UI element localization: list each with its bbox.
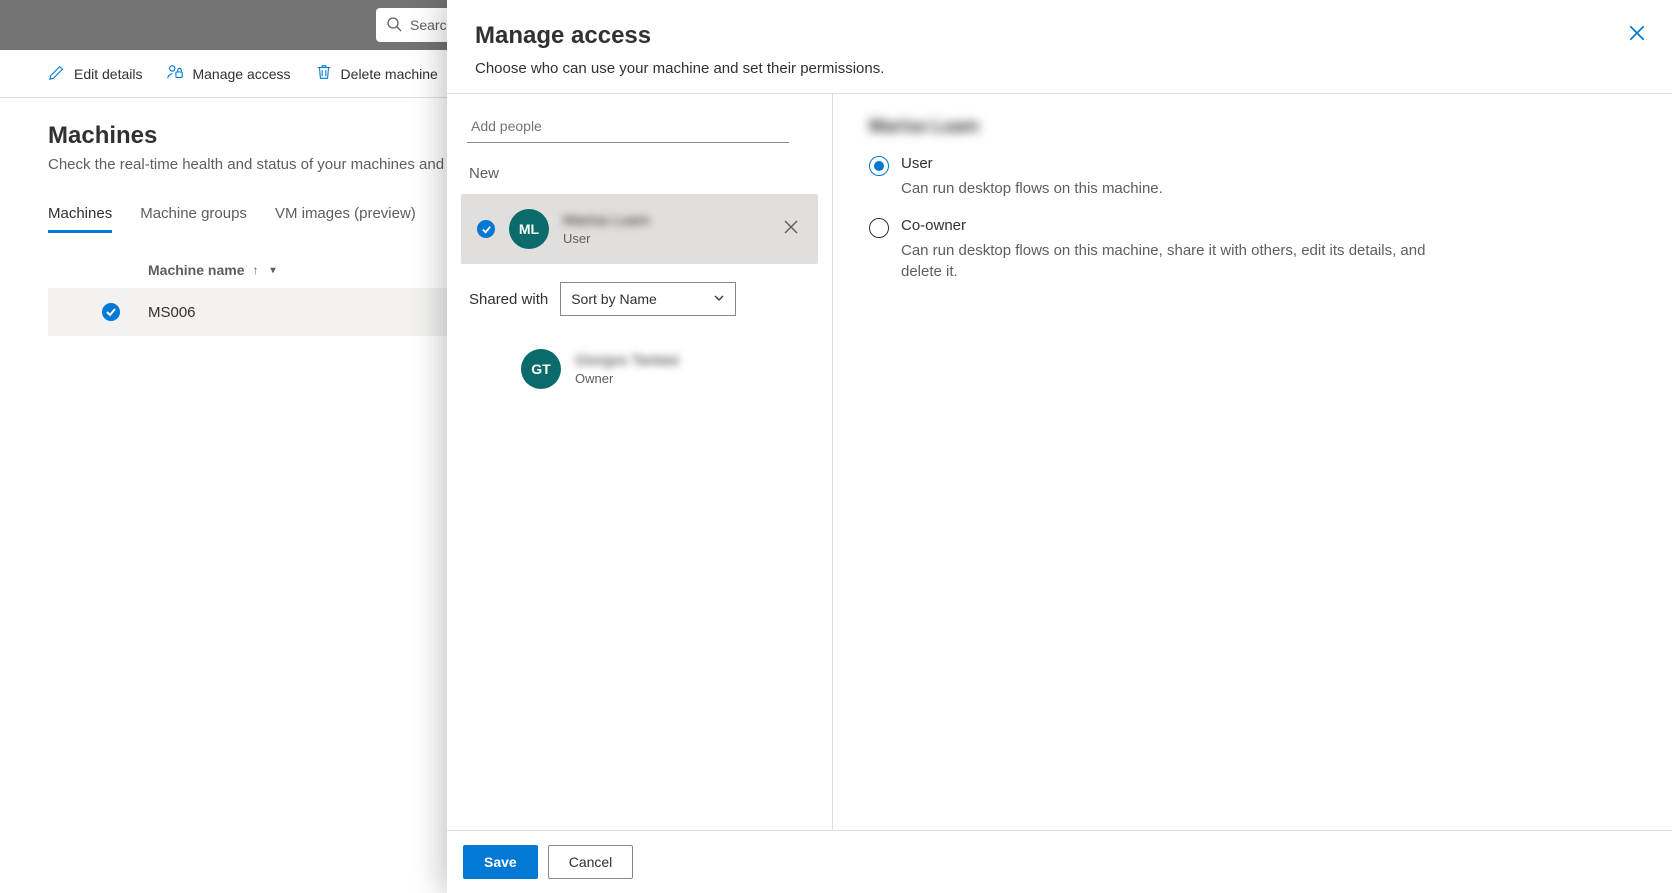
permission-option-user[interactable]: User Can run desktop flows on this machi… — [869, 155, 1636, 199]
trash-icon — [315, 63, 333, 84]
panel-subtitle: Choose who can use your machine and set … — [475, 60, 1644, 77]
shared-with-label: Shared with — [469, 291, 548, 308]
edit-details-label: Edit details — [74, 66, 142, 82]
shared-person-row[interactable]: GT Giorgos Tantasi Owner — [461, 334, 818, 404]
panel-right: Marisa Luam User Can run desktop flows o… — [833, 94, 1672, 830]
radio-label: User — [901, 155, 1163, 172]
radio-texts: Co-owner Can run desktop flows on this m… — [901, 217, 1461, 282]
manage-access-panel: Manage access Choose who can use your ma… — [447, 0, 1672, 893]
manage-access-button[interactable]: Manage access — [166, 63, 290, 84]
delete-machine-button[interactable]: Delete machine — [315, 63, 438, 84]
edit-details-button[interactable]: Edit details — [48, 63, 142, 84]
radio-label: Co-owner — [901, 217, 1461, 234]
person-name: Giorgos Tantasi — [575, 352, 802, 369]
avatar: ML — [509, 209, 549, 249]
panel-body: New ML Marisa Luam User Shared with — [447, 94, 1672, 830]
radio-texts: User Can run desktop flows on this machi… — [901, 155, 1163, 199]
close-button[interactable] — [1628, 24, 1646, 47]
machine-name-cell: MS006 — [148, 304, 196, 321]
sort-by-dropdown[interactable]: Sort by Name — [560, 282, 736, 316]
save-button[interactable]: Save — [463, 845, 538, 879]
new-person-row[interactable]: ML Marisa Luam User — [461, 194, 818, 264]
manage-access-label: Manage access — [192, 66, 290, 82]
cancel-button[interactable]: Cancel — [548, 845, 634, 879]
radio-description: Can run desktop flows on this machine. — [901, 178, 1163, 199]
person-name: Marisa Luam — [563, 212, 766, 229]
avatar: GT — [521, 349, 561, 389]
column-header-label: Machine name — [148, 262, 244, 278]
people-lock-icon — [166, 63, 184, 84]
radio-coowner[interactable] — [869, 218, 889, 238]
sort-by-selected: Sort by Name — [571, 291, 657, 307]
chevron-down-icon — [713, 291, 725, 307]
person-info: Marisa Luam User — [563, 212, 766, 246]
permission-option-coowner[interactable]: Co-owner Can run desktop flows on this m… — [869, 217, 1636, 282]
search-icon — [386, 16, 402, 35]
section-new-label: New — [469, 165, 818, 182]
sort-ascending-icon: ↑ — [252, 263, 258, 277]
radio-user[interactable] — [869, 156, 889, 176]
person-info: Giorgos Tantasi Owner — [575, 352, 802, 386]
panel-footer: Save Cancel — [447, 830, 1672, 893]
tab-vm-images[interactable]: VM images (preview) — [275, 197, 416, 233]
delete-machine-label: Delete machine — [341, 66, 438, 82]
tab-machine-groups[interactable]: Machine groups — [140, 197, 247, 233]
person-role: Owner — [575, 371, 802, 386]
row-selected-checkmark-icon[interactable] — [102, 303, 120, 321]
close-icon — [784, 221, 798, 238]
radio-description: Can run desktop flows on this machine, s… — [901, 240, 1461, 282]
add-people-input[interactable] — [467, 112, 789, 143]
panel-left: New ML Marisa Luam User Shared with — [447, 94, 833, 830]
panel-title: Manage access — [475, 22, 1644, 50]
chevron-down-icon: ▾ — [270, 265, 275, 276]
pencil-icon — [48, 63, 66, 84]
tab-machines[interactable]: Machines — [48, 197, 112, 233]
person-role: User — [563, 231, 766, 246]
panel-header: Manage access Choose who can use your ma… — [447, 0, 1672, 94]
remove-person-button[interactable] — [780, 216, 802, 243]
permission-header: Marisa Luam — [869, 116, 1636, 137]
shared-with-row: Shared with Sort by Name — [469, 282, 818, 316]
selected-person-heading: Marisa Luam — [869, 116, 979, 136]
close-icon — [1628, 29, 1646, 46]
person-selected-checkmark-icon — [477, 220, 495, 238]
